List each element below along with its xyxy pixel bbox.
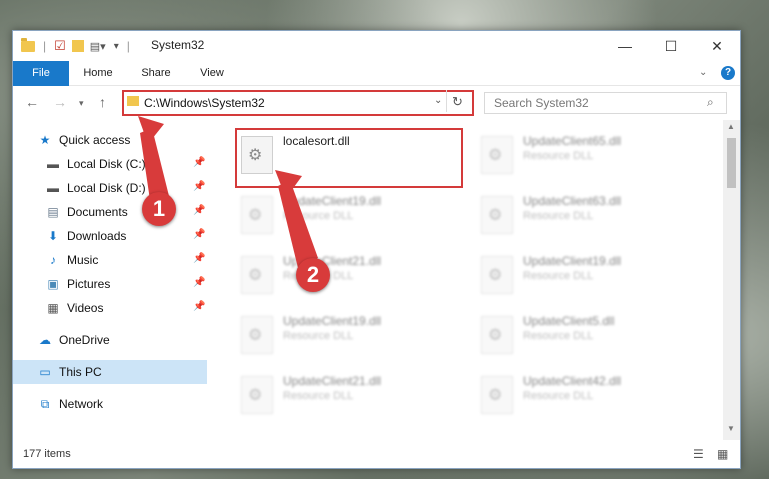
callout-1: 1 bbox=[142, 192, 176, 226]
arrow-2 bbox=[278, 180, 318, 268]
annotation-arrows bbox=[138, 116, 318, 268]
arrow-1 bbox=[140, 128, 170, 200]
callout-2: 2 bbox=[296, 258, 330, 292]
arrowhead-2 bbox=[275, 170, 302, 198]
